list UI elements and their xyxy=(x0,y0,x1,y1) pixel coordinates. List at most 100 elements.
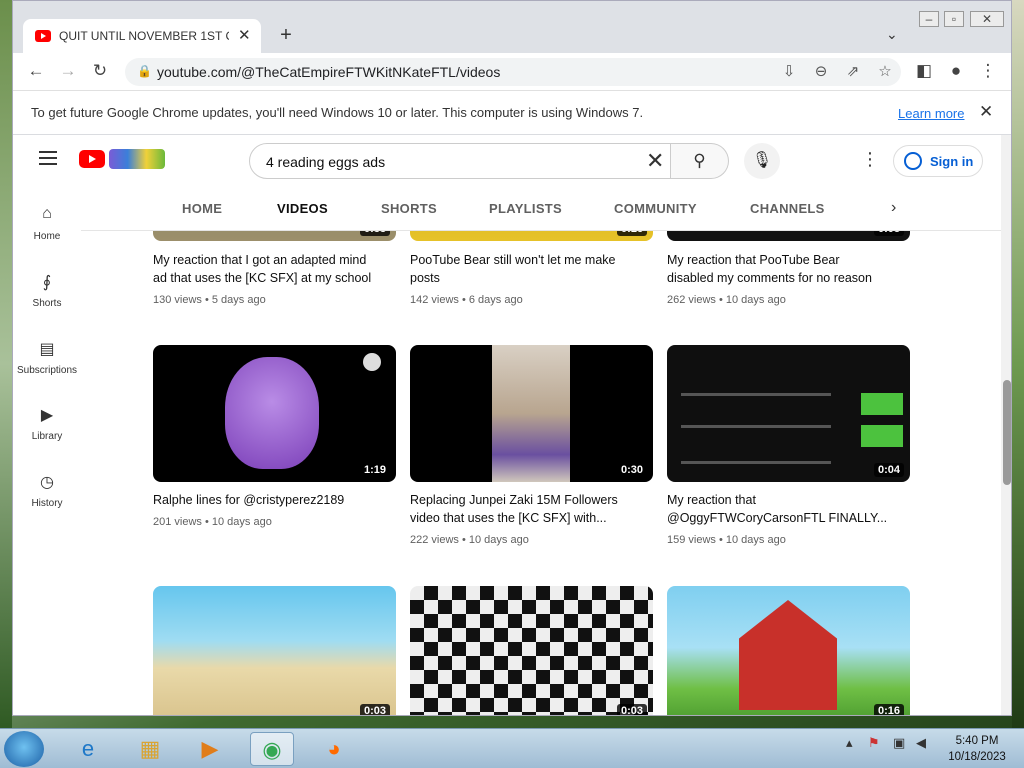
video-meta: 130 views • 5 days ago xyxy=(153,294,266,306)
start-button[interactable] xyxy=(4,731,44,767)
zoom-icon[interactable]: ⊖ xyxy=(811,62,831,80)
volume-icon[interactable]: ◀ xyxy=(916,735,926,751)
sign-in-label: Sign in xyxy=(930,154,974,169)
infobar-close-icon[interactable]: ✕ xyxy=(979,102,993,122)
install-app-icon[interactable]: ⇩ xyxy=(779,62,799,80)
tab-community[interactable]: COMMUNITY xyxy=(614,201,697,216)
video-thumbnail[interactable]: 0:03 xyxy=(410,586,653,715)
video-title[interactable]: Replacing Junpei Zaki 15M Followers xyxy=(410,491,653,509)
notification-thumb-art xyxy=(861,425,903,447)
tab-playlists[interactable]: PLAYLISTS xyxy=(489,201,562,216)
minimize-button[interactable]: – xyxy=(919,11,939,27)
profile-icon[interactable]: ● xyxy=(945,61,967,81)
video-title-line2[interactable]: video that uses the [KC SFX] with... xyxy=(410,509,653,527)
tab-close-icon[interactable]: ✕ xyxy=(238,26,251,44)
notification-line xyxy=(681,393,831,396)
video-meta: 159 views • 10 days ago xyxy=(667,534,786,546)
sidebar-item-shorts[interactable]: ∮ Shorts xyxy=(13,272,81,309)
sidebar-item-label: History xyxy=(31,498,63,509)
sidebar-item-history[interactable]: ◷ History xyxy=(13,472,81,509)
network-icon[interactable]: ▣ xyxy=(893,735,905,751)
sidebar-item-library[interactable]: ▶ Library xyxy=(13,405,81,442)
duration-badge: 0:30 xyxy=(616,463,647,477)
video-title[interactable]: My reaction that PooTube Bear xyxy=(667,251,910,269)
hamburger-menu-icon[interactable] xyxy=(39,151,57,165)
forward-arrow-icon[interactable]: → xyxy=(57,61,79,81)
video-title-line2[interactable]: ad that uses the [KC SFX] at my school xyxy=(153,269,396,287)
page-scrollbar[interactable] xyxy=(1001,135,1011,715)
browser-toolbar: ← → ↻ 🔒 youtube.com/@TheCatEmpireFTWKitN… xyxy=(13,53,1011,91)
channel-logo-art[interactable] xyxy=(109,149,165,169)
tab-videos[interactable]: VIDEOS xyxy=(277,201,328,216)
tab-shorts[interactable]: SHORTS xyxy=(381,201,437,216)
video-title[interactable]: My reaction that xyxy=(667,491,910,509)
tab-search-chevron-icon[interactable]: ⌄ xyxy=(886,26,898,43)
chrome-menu-icon[interactable]: ⋮ xyxy=(977,61,999,81)
video-title[interactable]: My reaction that I got an adapted mind xyxy=(153,251,396,269)
video-thumbnail[interactable]: 0:04 xyxy=(667,345,910,482)
microphone-icon[interactable]: 🎙 xyxy=(744,143,780,179)
firefox-icon[interactable]: ◕ xyxy=(312,732,356,766)
account-icon xyxy=(904,152,922,170)
shorts-icon: ∮ xyxy=(42,274,52,291)
video-title-line2[interactable]: @OggyFTWCoryCarsonFTL FINALLY... xyxy=(667,509,910,527)
tab-channels[interactable]: CHANNELS xyxy=(750,201,825,216)
internet-explorer-icon[interactable]: e xyxy=(66,732,110,766)
subscriptions-icon: ▤ xyxy=(39,341,55,358)
youtube-favicon-icon xyxy=(35,30,51,42)
reload-icon[interactable]: ↻ xyxy=(89,61,111,81)
search-input[interactable]: 4 reading eggs ads ✕ xyxy=(249,143,671,179)
address-bar[interactable]: 🔒 youtube.com/@TheCatEmpireFTWKitNKateFT… xyxy=(125,58,901,86)
scrollbar-thumb[interactable] xyxy=(1003,380,1011,485)
infobar-message: To get future Google Chrome updates, you… xyxy=(31,105,644,120)
video-thumbnail[interactable]: 0:03 xyxy=(153,586,396,715)
duration-badge: 0:04 xyxy=(873,463,904,477)
video-thumbnail[interactable]: 0:30 xyxy=(410,345,653,482)
maximize-button[interactable]: ▫ xyxy=(944,11,964,27)
home-icon: ⌂ xyxy=(42,205,52,222)
video-thumbnail[interactable]: 0:16 xyxy=(667,586,910,715)
video-thumbnail[interactable]: 1:19 xyxy=(153,345,396,482)
chrome-taskbar-icon[interactable]: ◉ xyxy=(250,732,294,766)
video-title[interactable]: PooTube Bear still won't let me make xyxy=(410,251,653,269)
sidebar-item-subscriptions[interactable]: ▤ Subscriptions xyxy=(13,339,81,376)
settings-dots-icon[interactable]: ⋮ xyxy=(861,149,879,170)
youtube-header: 4 reading eggs ads ✕ ⚲ 🎙 ⋮ Sign in xyxy=(13,135,1001,187)
youtube-logo-icon[interactable] xyxy=(79,150,105,168)
notification-line xyxy=(681,425,831,428)
url-text[interactable]: youtube.com/@TheCatEmpireFTWKitNKateFTL/… xyxy=(157,64,500,80)
kinemaster-logo-icon xyxy=(363,353,381,371)
video-title[interactable]: Ralphe lines for @cristyperez2189 xyxy=(153,491,396,509)
file-explorer-icon[interactable]: ▦ xyxy=(128,732,172,766)
sidebar-item-home[interactable]: ⌂ Home xyxy=(13,205,81,242)
media-player-icon[interactable]: ▶ xyxy=(188,732,232,766)
clock-time: 5:40 PM xyxy=(955,735,999,747)
clock-date: 10/18/2023 xyxy=(948,751,1006,763)
learn-more-link[interactable]: Learn more xyxy=(898,106,964,121)
action-center-flag-icon[interactable]: ⚑ xyxy=(868,735,880,751)
lock-icon[interactable]: 🔒 xyxy=(137,64,152,78)
video-meta: 201 views • 10 days ago xyxy=(153,516,272,528)
video-title-line2[interactable]: posts xyxy=(410,269,653,287)
search-button[interactable]: ⚲ xyxy=(671,143,729,179)
search-query[interactable]: 4 reading eggs ads xyxy=(266,154,385,170)
browser-tab[interactable]: QUIT UNTIL NOVEMBER 1ST CU ✕ xyxy=(23,19,261,53)
duration-badge: 0:03 xyxy=(616,704,647,715)
sign-in-button[interactable]: Sign in xyxy=(893,145,983,177)
share-icon[interactable]: ⇗ xyxy=(843,62,863,80)
bookmark-star-icon[interactable]: ☆ xyxy=(875,62,895,80)
video-meta: 262 views • 10 days ago xyxy=(667,294,786,306)
back-arrow-icon[interactable]: ← xyxy=(25,61,47,81)
clear-search-icon[interactable]: ✕ xyxy=(646,148,664,174)
tab-home[interactable]: HOME xyxy=(182,201,222,216)
window-close-button[interactable]: ✕ xyxy=(970,11,1004,27)
chevron-right-icon[interactable]: › xyxy=(891,199,896,217)
system-clock[interactable]: 5:40 PM 10/18/2023 xyxy=(944,733,1010,765)
sidebar-item-label: Home xyxy=(33,231,61,242)
red-barn-art xyxy=(739,600,837,710)
tray-expand-icon[interactable]: ▴ xyxy=(846,735,853,751)
youtube-mini-sidebar: ⌂ Home ∮ Shorts ▤ Subscriptions ▶ Librar… xyxy=(13,187,81,715)
new-tab-button[interactable]: + xyxy=(275,24,297,47)
side-panel-icon[interactable]: ◧ xyxy=(913,61,935,81)
video-title-line2[interactable]: disabled my comments for no reason xyxy=(667,269,910,287)
